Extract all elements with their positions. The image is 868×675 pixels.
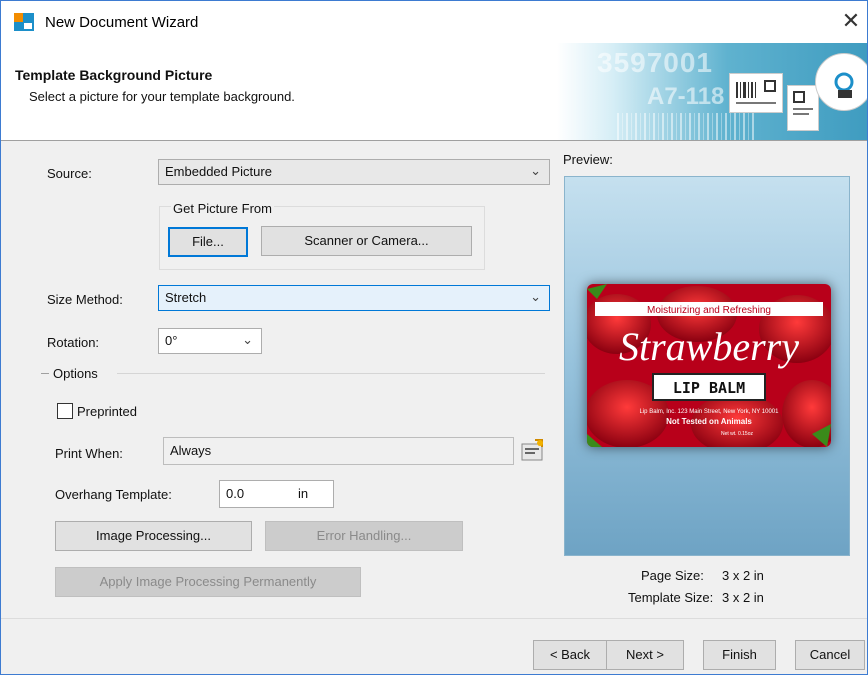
page-size-value: 3 x 2 in	[722, 568, 764, 583]
cancel-button[interactable]: Cancel	[795, 640, 865, 670]
chevron-down-icon: ⌄	[242, 332, 253, 347]
preview-label-image: Moisturizing and Refreshing Strawberry L…	[587, 284, 831, 447]
source-label: Source:	[47, 166, 92, 181]
size-method-label: Size Method:	[47, 292, 123, 307]
overhang-value: 0.0	[226, 486, 245, 501]
template-size-value: 3 x 2 in	[722, 590, 764, 605]
error-handling-button[interactable]: Error Handling...	[265, 521, 463, 551]
rotation-label: Rotation:	[47, 335, 100, 350]
header-banner-image: 3597001 A7-118	[557, 43, 867, 140]
banner-number: 3597001	[597, 47, 714, 78]
banner-barcode-graphic	[617, 113, 757, 140]
template-size-label: Template Size:	[628, 590, 714, 605]
step-subtitle: Select a picture for your template backg…	[29, 89, 295, 104]
print-when-value: Always	[170, 443, 212, 458]
print-when-label: Print When:	[55, 446, 123, 461]
wizard-window: New Document Wizard ✕ Template Backgroun…	[0, 0, 868, 675]
card-address: Lip Balm, Inc. 123 Main Street, New York…	[640, 409, 780, 415]
page-size-label: Page Size:	[641, 568, 704, 583]
card-note: Not Tested on Animals	[666, 417, 752, 426]
footer-divider	[1, 618, 867, 619]
back-button[interactable]: < Back	[533, 640, 607, 670]
overhang-label: Overhang Template:	[55, 487, 172, 502]
file-button[interactable]: File...	[168, 227, 248, 257]
next-button[interactable]: Next >	[606, 640, 684, 670]
apply-image-processing-button[interactable]: Apply Image Processing Permanently	[55, 567, 361, 597]
banner-tag-graphic	[787, 85, 819, 131]
get-picture-group-title: Get Picture From	[171, 201, 274, 216]
source-value: Embedded Picture	[165, 164, 272, 179]
app-logo-icon	[14, 13, 34, 31]
chevron-down-icon: ⌄	[530, 163, 541, 178]
scanner-camera-button[interactable]: Scanner or Camera...	[261, 226, 472, 256]
size-method-dropdown[interactable]: Stretch ⌄	[158, 285, 550, 311]
rotation-dropdown[interactable]: 0° ⌄	[158, 328, 262, 354]
chevron-down-icon: ⌄	[530, 289, 541, 304]
options-divider-left	[41, 373, 49, 374]
card-weight: Net wt. 0.15oz	[721, 431, 753, 437]
preview-label: Preview:	[563, 152, 613, 167]
options-label: Options	[53, 366, 98, 381]
step-title: Template Background Picture	[15, 67, 213, 83]
window-title: New Document Wizard	[45, 14, 199, 31]
options-divider	[117, 373, 545, 374]
banner-code: A7-118	[647, 83, 725, 110]
preprinted-checkbox[interactable]	[57, 403, 73, 419]
banner-label-graphic	[729, 73, 783, 113]
preprinted-label[interactable]: Preprinted	[77, 404, 137, 419]
finish-button[interactable]: Finish	[703, 640, 776, 670]
card-top-text: Moisturizing and Refreshing	[647, 305, 771, 316]
print-when-field[interactable]: Always	[163, 437, 514, 465]
wizard-header: Template Background Picture Select a pic…	[1, 43, 867, 141]
title-bar: New Document Wizard ✕	[1, 1, 867, 43]
banner-disc-graphic	[815, 53, 867, 111]
image-processing-button[interactable]: Image Processing...	[55, 521, 252, 551]
card-title: Strawberry	[619, 324, 799, 369]
strawberry-label-graphic: Moisturizing and Refreshing Strawberry L…	[587, 284, 831, 447]
close-icon[interactable]: ✕	[841, 10, 861, 32]
size-method-value: Stretch	[165, 290, 207, 305]
overhang-field[interactable]: 0.0 in	[219, 480, 334, 508]
overhang-unit: in	[298, 486, 309, 501]
rotation-value: 0°	[165, 333, 178, 348]
card-badge: LIP BALM	[673, 379, 745, 397]
value-picker-icon[interactable]	[520, 438, 546, 464]
source-dropdown[interactable]: Embedded Picture ⌄	[158, 159, 550, 185]
